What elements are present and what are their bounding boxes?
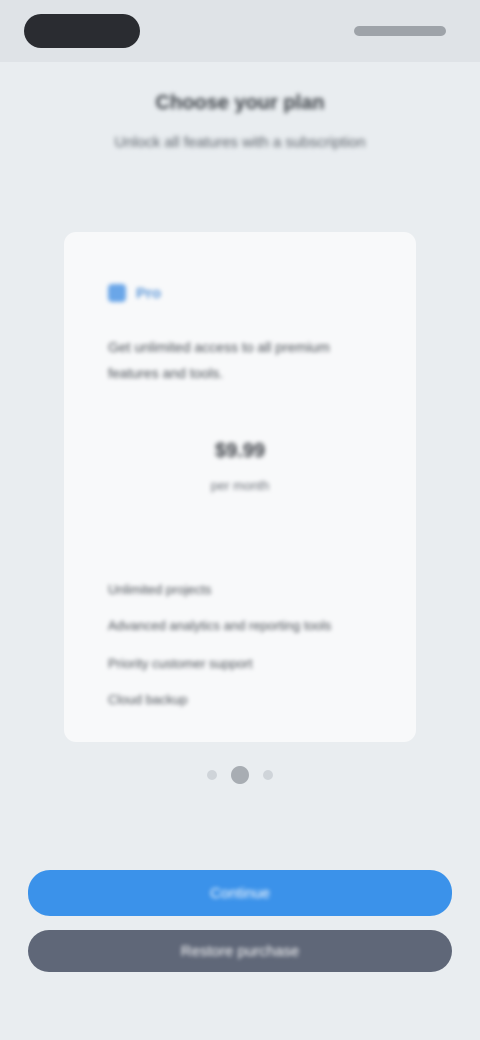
status-bar: [0, 0, 480, 62]
page-dot[interactable]: [207, 770, 217, 780]
plan-badge: Pro: [108, 284, 161, 302]
feature-item: Advanced analytics and reporting tools: [108, 618, 332, 633]
plan-icon: [108, 284, 126, 302]
restore-button-label: Restore purchase: [180, 942, 300, 960]
continue-button-label: Continue: [209, 884, 271, 902]
restore-button[interactable]: Restore purchase: [28, 930, 452, 972]
plan-price: $9.99: [214, 440, 266, 462]
page-dot[interactable]: [263, 770, 273, 780]
feature-item: Cloud backup: [108, 692, 188, 707]
page-title: Choose your plan: [155, 92, 325, 114]
plan-price-caption: per month: [210, 478, 270, 493]
plan-card[interactable]: Pro Get unlimited access to all premium …: [64, 232, 416, 742]
page-dot-active[interactable]: [231, 766, 249, 784]
dynamic-island: [24, 14, 140, 48]
plan-badge-label: Pro: [136, 284, 162, 302]
feature-item: Priority customer support: [108, 656, 253, 671]
page-subtitle: Unlock all features with a subscription: [114, 134, 366, 151]
feature-item: Unlimited projects: [108, 582, 212, 597]
status-icons: [354, 26, 446, 36]
continue-button[interactable]: Continue: [28, 870, 452, 916]
page-indicator[interactable]: [0, 766, 480, 784]
plan-description: Get unlimited access to all premium feat…: [108, 339, 330, 381]
